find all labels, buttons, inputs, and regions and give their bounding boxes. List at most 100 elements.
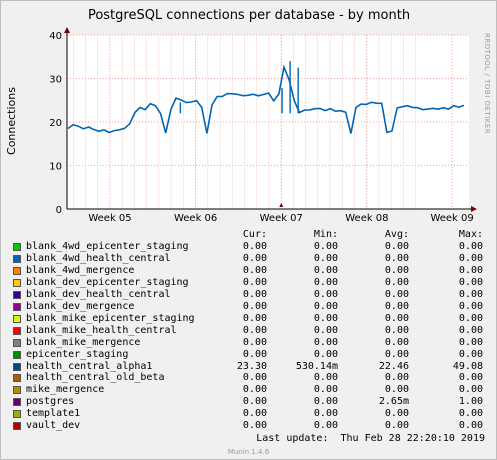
legend-avg-value: 0.00 bbox=[384, 252, 409, 264]
legend-item-name: blank_dev_epicenter_staging bbox=[26, 276, 189, 288]
legend-swatch bbox=[13, 278, 21, 287]
legend-avg-value: 0.00 bbox=[384, 336, 409, 348]
legend-avg-value: 0.00 bbox=[384, 300, 409, 312]
legend-item-name: blank_4wd_epicenter_staging bbox=[26, 241, 189, 252]
header-min: Min: bbox=[313, 229, 338, 240]
legend-item: vault_dev 0.00 0.00 0.00 0.00 bbox=[13, 420, 496, 432]
footer: Last update: Thu Feb 28 22:20:10 2019 bbox=[1, 433, 485, 445]
legend-max-value: 0.00 bbox=[458, 312, 483, 324]
legend-item-name: postgres bbox=[26, 396, 75, 408]
legend-max-value: 0.00 bbox=[458, 276, 483, 288]
legend-swatch bbox=[13, 410, 21, 419]
legend-avg-value: 0.00 bbox=[384, 276, 409, 288]
legend-swatch bbox=[13, 338, 21, 347]
legend-avg-value: 0.00 bbox=[384, 264, 409, 276]
x-tick-label: Week 06 bbox=[174, 213, 217, 224]
legend-min-value: 0.00 bbox=[313, 420, 338, 432]
legend-min-value: 0.00 bbox=[313, 372, 338, 384]
y-tick-label: 40 bbox=[49, 31, 62, 42]
legend-swatch bbox=[13, 254, 21, 263]
legend-min-value: 0.00 bbox=[313, 288, 338, 300]
legend-item-name: health_central_alpha1 bbox=[26, 360, 153, 372]
last-update: Last update: Thu Feb 28 22:20:10 2019 bbox=[256, 433, 485, 444]
legend-item-name: vault_dev bbox=[26, 420, 81, 432]
legend-max-value: 0.00 bbox=[458, 252, 483, 264]
legend-avg-value: 22.46 bbox=[378, 360, 409, 372]
legend-avg-value: 0.00 bbox=[384, 420, 409, 432]
legend-avg-value: 2.65m bbox=[378, 396, 409, 408]
legend-max-value: 0.00 bbox=[458, 300, 483, 312]
legend-item: template1 0.00 0.00 0.00 0.00 bbox=[13, 408, 496, 420]
legend-min-value: 0.00 bbox=[313, 276, 338, 288]
legend-cur-value: 23.30 bbox=[236, 360, 267, 372]
x-tick-label: Week 05 bbox=[88, 213, 131, 224]
legend-item: blank_dev_health_central 0.00 0.00 0.00 0.00 bbox=[13, 288, 496, 301]
legend-item-name: blank_dev_health_central bbox=[26, 288, 171, 300]
legend-avg-value: 0.00 bbox=[384, 241, 409, 252]
legend-swatch bbox=[13, 290, 21, 299]
legend-item-name: epicenter_staging bbox=[26, 348, 129, 360]
munin-version: Munin 1.4.6 bbox=[227, 448, 270, 456]
legend-min-value: 0.00 bbox=[313, 408, 338, 420]
legend-avg-value: 0.00 bbox=[384, 408, 409, 420]
legend-swatch bbox=[13, 326, 21, 335]
legend-min-value: 530.14m bbox=[295, 360, 338, 372]
legend-max-value: 0.00 bbox=[458, 420, 483, 432]
legend-max-value: 0.00 bbox=[458, 264, 483, 276]
legend-max-value: 49.08 bbox=[452, 360, 483, 372]
legend-header: Cur: Min: Avg: Max: bbox=[13, 229, 496, 241]
legend-swatch bbox=[13, 362, 21, 371]
legend-cur-value: 0.00 bbox=[242, 276, 267, 288]
legend-item-name: health_central_old_beta bbox=[26, 372, 165, 384]
legend-item: blank_mike_epicenter_staging 0.00 0.00 0.00… bbox=[13, 312, 496, 325]
legend-min-value: 0.00 bbox=[313, 384, 338, 396]
legend-swatch bbox=[13, 266, 21, 275]
x-tick-label: Week 07 bbox=[260, 213, 303, 224]
legend-min-value: 0.00 bbox=[313, 241, 338, 252]
legend-item: postgres 0.00 0.00 2.65m 1.00 bbox=[13, 396, 496, 408]
legend-cur-value: 0.00 bbox=[242, 288, 267, 300]
legend-cur-value: 0.00 bbox=[242, 300, 267, 312]
legend-swatch bbox=[13, 350, 21, 359]
legend-min-value: 0.00 bbox=[313, 336, 338, 348]
legend-max-value: 0.00 bbox=[458, 372, 483, 384]
legend-cur-value: 0.00 bbox=[242, 408, 267, 420]
chart: PostgreSQL connections per database - by… bbox=[5, 8, 491, 224]
rrdtool-side-text: RRDTOOL / TOBI OETIKER bbox=[483, 33, 491, 134]
legend-max-value: 0.00 bbox=[458, 384, 483, 396]
legend-max-value: 0.00 bbox=[458, 288, 483, 300]
legend-item-name: blank_dev_mergence bbox=[26, 300, 135, 312]
legend-avg-value: 0.00 bbox=[384, 312, 409, 324]
legend-item-name: blank_4wd_health_central bbox=[26, 252, 171, 264]
legend-item: health_central_alpha1 23.30 530.14m 22.46 49… bbox=[13, 360, 496, 373]
legend-min-value: 0.00 bbox=[313, 324, 338, 336]
legend-avg-value: 0.00 bbox=[384, 348, 409, 360]
legend-swatch bbox=[13, 374, 21, 383]
legend-max-value: 1.00 bbox=[458, 396, 483, 408]
legend-item: health_central_old_beta 0.00 0.00 0.00 0.00 bbox=[13, 372, 496, 384]
legend-item: epicenter_staging 0.00 0.00 0.00 0.00 bbox=[13, 348, 496, 361]
legend-item-name: blank_mike_mergence bbox=[26, 336, 141, 348]
legend-avg-value: 0.00 bbox=[384, 372, 409, 384]
legend-item-name: blank_mike_epicenter_staging bbox=[26, 312, 195, 324]
legend-max-value: 0.00 bbox=[458, 324, 483, 336]
legend-item: blank_dev_epicenter_staging 0.00 0.00 0.00 0… bbox=[13, 276, 496, 289]
legend-avg-value: 0.00 bbox=[384, 288, 409, 300]
legend-swatch bbox=[13, 422, 21, 431]
legend-swatch bbox=[13, 314, 21, 323]
legend-item-name: mike_mergence bbox=[26, 384, 105, 396]
legend-swatch bbox=[13, 302, 21, 311]
graph-frame: PostgreSQL connections per database - by… bbox=[0, 0, 497, 460]
legend-min-value: 0.00 bbox=[313, 300, 338, 312]
legend-max-value: 0.00 bbox=[458, 336, 483, 348]
legend-cur-value: 0.00 bbox=[242, 384, 267, 396]
legend-min-value: 0.00 bbox=[313, 252, 338, 264]
legend-cur-value: 0.00 bbox=[242, 252, 267, 264]
legend-max-value: 0.00 bbox=[458, 408, 483, 420]
y-tick-label: 0 bbox=[56, 205, 62, 216]
legend-item-name: template1 bbox=[26, 408, 81, 420]
legend-item: mike_mergence 0.00 0.00 0.00 0.00 bbox=[13, 384, 496, 396]
y-axis-arrow bbox=[64, 27, 70, 33]
legend-cur-value: 0.00 bbox=[242, 336, 267, 348]
header-avg: Avg: bbox=[384, 229, 409, 240]
